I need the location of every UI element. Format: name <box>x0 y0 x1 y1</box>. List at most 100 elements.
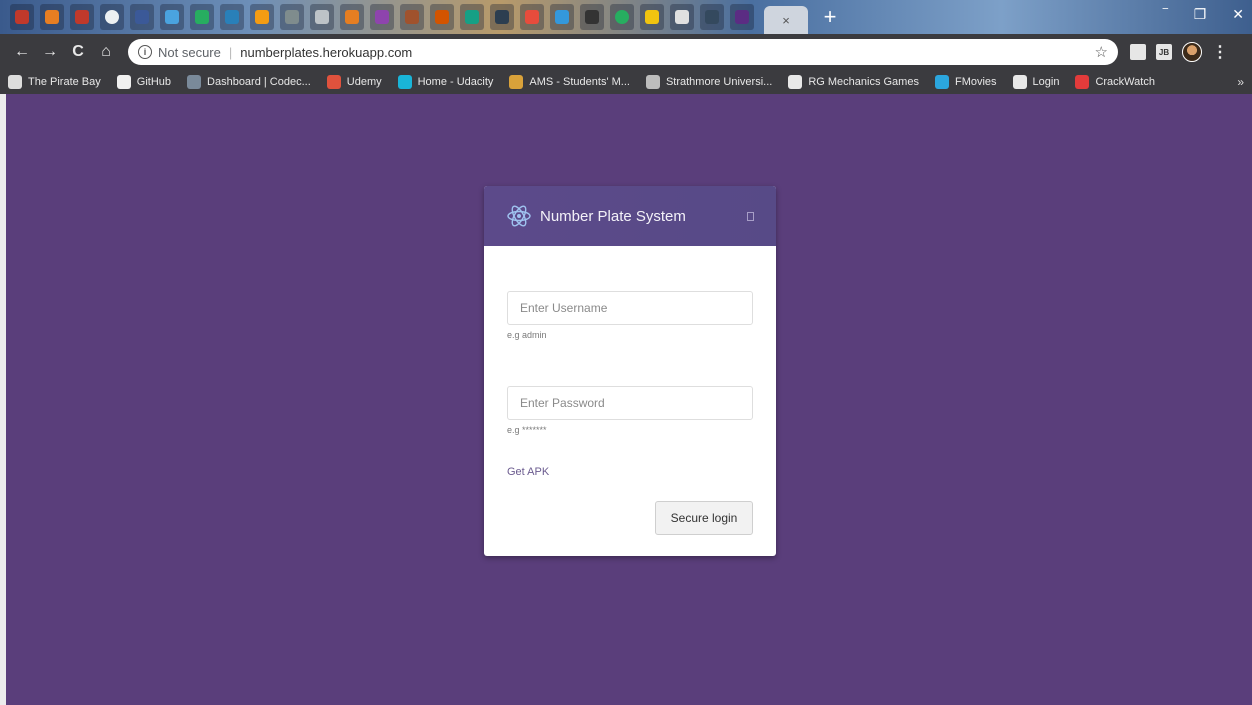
pinned-tab[interactable] <box>520 4 544 30</box>
favicon-icon <box>675 10 689 24</box>
forward-icon[interactable]: → <box>36 43 64 61</box>
pinned-tab[interactable] <box>400 4 424 30</box>
bookmark-item[interactable]: Strathmore Universi... <box>645 75 773 89</box>
new-tab-button[interactable]: + <box>818 4 842 30</box>
password-input[interactable] <box>507 386 753 420</box>
bookmark-item[interactable]: GitHub <box>116 75 171 89</box>
pinned-tab[interactable] <box>250 4 274 30</box>
back-icon[interactable]: ← <box>8 43 36 61</box>
menu-toggle-icon[interactable] <box>747 211 754 221</box>
favicon-icon <box>465 10 479 24</box>
pinned-tab[interactable] <box>700 4 724 30</box>
active-tab[interactable]: × <box>764 6 808 34</box>
pinned-tab[interactable] <box>280 4 304 30</box>
bookmark-label: Udemy <box>346 76 382 88</box>
favicon-icon <box>315 10 329 24</box>
favicon-icon <box>255 10 269 24</box>
address-bar[interactable]: i Not secure | numberplates.herokuapp.co… <box>128 39 1118 65</box>
pinned-tab[interactable] <box>100 4 124 30</box>
pinned-tab[interactable] <box>580 4 604 30</box>
bookmark-item[interactable]: Udemy <box>326 75 382 89</box>
url-text[interactable]: numberplates.herokuapp.com <box>240 45 412 60</box>
bookmark-label: Strathmore Universi... <box>665 76 773 88</box>
security-label: Not secure <box>158 44 221 60</box>
bookmark-favicon-icon <box>187 75 202 89</box>
pinned-tab[interactable] <box>340 4 364 30</box>
bookmark-favicon-icon <box>509 75 524 89</box>
bookmarks-overflow-icon[interactable]: » <box>1237 75 1244 89</box>
field-spacer <box>507 340 753 386</box>
bookmark-item[interactable]: Login <box>1012 75 1059 89</box>
favicon-icon <box>615 10 629 24</box>
bookmark-favicon-icon <box>1012 75 1027 89</box>
pinned-tab[interactable] <box>610 4 634 30</box>
bookmark-favicon-icon <box>645 75 660 89</box>
pinned-tab[interactable] <box>160 4 184 30</box>
pinned-tab[interactable] <box>10 4 34 30</box>
pinned-tab[interactable] <box>460 4 484 30</box>
password-hint: e.g ******* <box>507 425 547 435</box>
address-divider: | <box>228 44 233 60</box>
browser-toolbar: ← → C ⌂ i Not secure | numberplates.hero… <box>0 34 1252 70</box>
favicon-icon <box>405 10 419 24</box>
pinned-tab[interactable] <box>220 4 244 30</box>
favicon-icon <box>285 10 299 24</box>
page-left-edge <box>0 94 6 705</box>
pinned-tab[interactable] <box>310 4 334 30</box>
bookmark-item[interactable]: Home - Udacity <box>397 75 493 89</box>
restore-icon[interactable]: ❐ <box>1194 6 1207 23</box>
favicon-icon <box>45 10 59 24</box>
bookmark-item[interactable]: Dashboard | Codec... <box>187 75 311 89</box>
close-window-icon[interactable]: ✕ <box>1232 6 1244 23</box>
login-form: e.g admin e.g ******* Get APK Secure log… <box>484 246 776 535</box>
info-icon[interactable]: i <box>138 45 152 59</box>
pinned-tab[interactable] <box>190 4 214 30</box>
reload-icon[interactable]: C <box>64 43 92 61</box>
pinned-tab[interactable] <box>490 4 514 30</box>
bookmark-favicon-icon <box>397 75 412 89</box>
minimize-icon[interactable]: ‾ <box>1163 6 1168 23</box>
favicon-icon <box>495 10 509 24</box>
bookmark-star-icon[interactable]: ☆ <box>1095 43 1108 61</box>
pinned-tab[interactable] <box>670 4 694 30</box>
bookmark-item[interactable]: RG Mechanics Games <box>788 75 919 89</box>
bookmark-item[interactable]: AMS - Students' M... <box>509 75 630 89</box>
tab-close-icon[interactable]: × <box>782 13 790 28</box>
pinned-tab[interactable] <box>730 4 754 30</box>
pinned-tab[interactable] <box>370 4 394 30</box>
login-actions: Secure login <box>507 501 753 535</box>
username-input[interactable] <box>507 291 753 325</box>
pinned-tab[interactable] <box>70 4 94 30</box>
favicon-icon <box>165 10 179 24</box>
menu-icon[interactable]: ⋮ <box>1212 42 1228 62</box>
pinned-tab[interactable] <box>130 4 154 30</box>
pinned-tab[interactable] <box>550 4 574 30</box>
bookmark-item[interactable]: The Pirate Bay <box>8 75 101 89</box>
bookmark-label: The Pirate Bay <box>28 76 101 88</box>
bookmarks-bar: The Pirate Bay GitHub Dashboard | Codec.… <box>0 70 1252 94</box>
bookmark-item[interactable]: CrackWatch <box>1075 75 1155 89</box>
bookmark-label: Dashboard | Codec... <box>207 76 311 88</box>
bookmark-favicon-icon <box>8 75 22 89</box>
favicon-icon <box>225 10 239 24</box>
secure-login-button[interactable]: Secure login <box>655 501 753 535</box>
pinned-tab[interactable] <box>430 4 454 30</box>
get-apk-link[interactable]: Get APK <box>507 466 549 478</box>
home-icon[interactable]: ⌂ <box>92 43 120 61</box>
extensions-area: JB ⋮ <box>1130 42 1228 62</box>
bookmark-item[interactable]: FMovies <box>934 75 997 89</box>
favicon-icon <box>195 10 209 24</box>
bookmark-favicon-icon <box>326 75 341 89</box>
profile-avatar[interactable] <box>1182 42 1202 62</box>
bookmark-favicon-icon <box>934 75 949 89</box>
pinned-tab[interactable] <box>640 4 664 30</box>
bookmark-favicon-icon <box>1075 75 1090 89</box>
bookmark-favicon-icon <box>116 75 131 89</box>
favicon-icon <box>75 10 89 24</box>
window-controls: ‾ ❐ ✕ <box>1163 6 1244 23</box>
favicon-icon <box>435 10 449 24</box>
jetbrains-icon[interactable]: JB <box>1156 44 1172 60</box>
document-icon[interactable] <box>1130 44 1146 60</box>
pinned-tab[interactable] <box>40 4 64 30</box>
bookmark-label: FMovies <box>954 76 997 88</box>
